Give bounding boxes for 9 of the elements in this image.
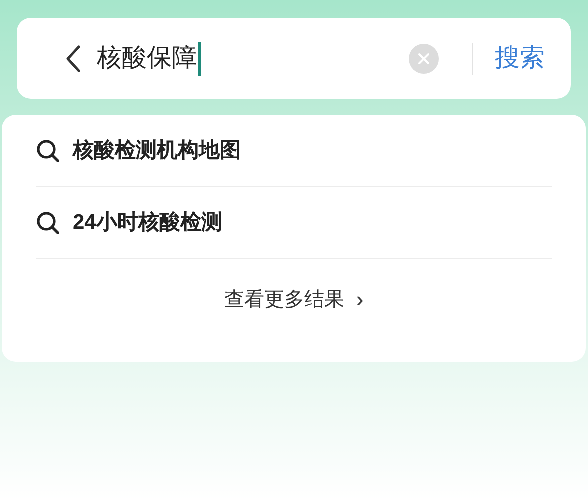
text-cursor xyxy=(198,42,201,76)
search-icon xyxy=(36,210,60,234)
search-input[interactable]: 核酸保障 xyxy=(97,46,197,71)
more-results-link[interactable]: 查看更多结果 › xyxy=(224,283,364,316)
back-icon[interactable] xyxy=(65,44,81,72)
suggestion-item[interactable]: 核酸检测机构地图 xyxy=(73,134,241,166)
search-button[interactable]: 搜索 xyxy=(495,46,545,71)
suggestion-item[interactable]: 24小时核酸检测 xyxy=(73,206,222,238)
search-icon xyxy=(36,138,60,162)
